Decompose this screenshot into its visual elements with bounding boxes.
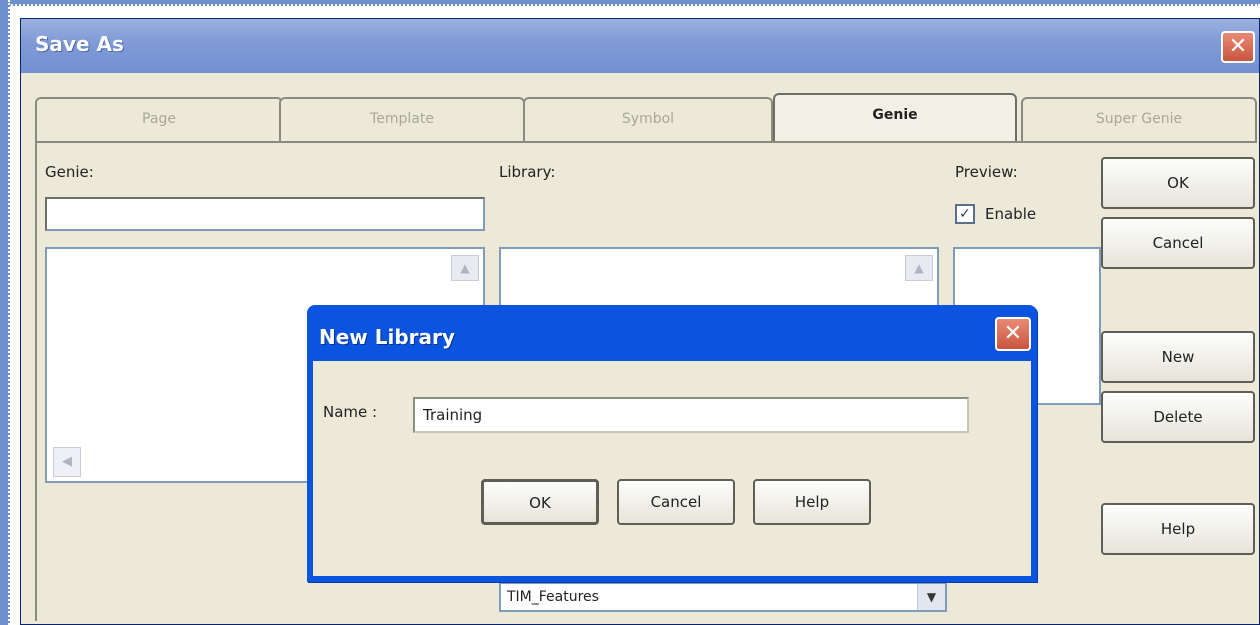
cancel-button[interactable]: Cancel [1101, 217, 1255, 269]
genie-list-scroll-left-icon[interactable]: ◀ [53, 447, 81, 477]
enable-preview-label: Enable [985, 205, 1037, 223]
tab-panel-left-edge [35, 141, 37, 621]
genie-name-input[interactable] [45, 197, 485, 231]
ok-button[interactable]: OK [1101, 157, 1255, 209]
library-name-input[interactable]: Training [413, 397, 969, 433]
tab-panel-divider [35, 141, 1257, 143]
library-combo[interactable]: TIM_Features ▼ [499, 582, 947, 612]
help-button[interactable]: Help [1101, 503, 1255, 555]
new-library-title: New Library [319, 325, 455, 349]
genie-label: Genie: [45, 163, 94, 181]
tab-genie[interactable]: Genie [773, 93, 1017, 143]
new-library-dialog: New Library ✕ Name : Training OK Cancel … [307, 305, 1037, 582]
new-library-cancel-button[interactable]: Cancel [617, 479, 735, 525]
enable-preview-checkbox[interactable]: ✓ [955, 204, 975, 224]
tab-page[interactable]: Page [35, 97, 283, 141]
genie-list-scroll-up-icon[interactable]: ▲ [451, 255, 479, 281]
library-label: Library: [499, 163, 556, 181]
new-library-ok-button[interactable]: OK [481, 479, 599, 525]
name-label: Name : [323, 403, 378, 421]
new-button[interactable]: New [1101, 331, 1255, 383]
preview-label: Preview: [955, 163, 1018, 181]
library-list-scroll-up-icon[interactable]: ▲ [905, 255, 933, 281]
tab-super-genie[interactable]: Super Genie [1021, 97, 1257, 141]
chevron-down-icon[interactable]: ▼ [917, 584, 945, 610]
save-as-titlebar[interactable]: Save As ✕ [21, 19, 1259, 73]
new-library-close-icon[interactable]: ✕ [995, 317, 1031, 351]
tab-symbol[interactable]: Symbol [523, 97, 773, 141]
capture-border-top [0, 0, 1260, 6]
library-combo-value: TIM_Features [507, 589, 599, 605]
delete-button[interactable]: Delete [1101, 391, 1255, 443]
save-as-close-icon[interactable]: ✕ [1221, 31, 1255, 63]
capture-border-left [0, 0, 10, 625]
tab-template[interactable]: Template [279, 97, 525, 141]
new-library-body: Name : Training OK Cancel Help [313, 361, 1031, 576]
new-library-help-button[interactable]: Help [753, 479, 871, 525]
save-as-title: Save As [35, 32, 124, 56]
